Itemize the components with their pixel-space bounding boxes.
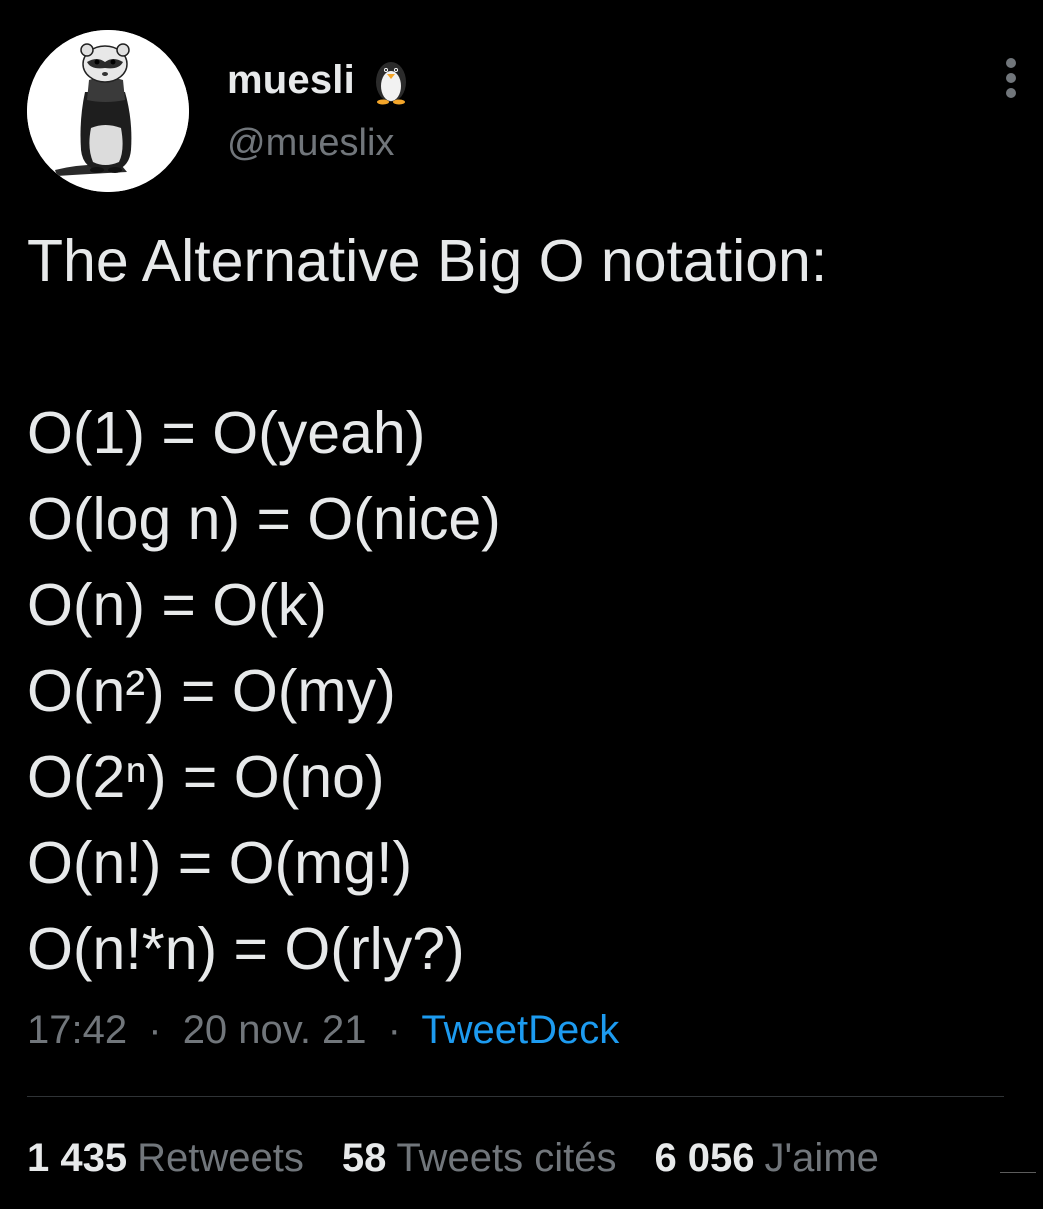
meta-separator: · — [387, 1008, 401, 1052]
tweet-line: O(log n) = O(nice) — [27, 486, 501, 552]
retweets-stat[interactable]: 1 435 Retweets — [27, 1136, 304, 1181]
display-name[interactable]: muesli — [227, 58, 355, 103]
ferret-avatar-icon — [27, 30, 189, 192]
tweet-line: O(n²) = O(my) — [27, 658, 396, 724]
tweet-source-link[interactable]: TweetDeck — [421, 1008, 619, 1052]
quote-tweets-stat[interactable]: 58 Tweets cités — [342, 1136, 617, 1181]
likes-stat[interactable]: 6 056 J'aime — [654, 1136, 878, 1181]
tweet-date[interactable]: 20 nov. 21 — [183, 1008, 367, 1052]
penguin-emoji-icon — [369, 55, 413, 105]
avatar[interactable] — [27, 30, 189, 192]
more-options-icon[interactable] — [992, 52, 1032, 104]
tweet-line: O(n!*n) = O(rly?) — [27, 916, 465, 982]
tweet-line: The Alternative Big O notation: — [27, 228, 828, 294]
likes-label: J'aime — [764, 1136, 879, 1180]
meta-separator: · — [148, 1008, 162, 1052]
author-name-row: muesli — [227, 55, 413, 105]
tweet-time[interactable]: 17:42 — [27, 1008, 127, 1052]
likes-count: 6 056 — [654, 1136, 755, 1180]
tweet-line: O(n!) = O(mg!) — [27, 830, 413, 896]
tweet-line: O(1) = O(yeah) — [27, 400, 426, 466]
quotes-label: Tweets cités — [396, 1136, 617, 1180]
retweets-label: Retweets — [137, 1136, 304, 1180]
author-handle[interactable]: @mueslix — [227, 122, 394, 165]
tweet-meta: 17:42 · 20 nov. 21 · TweetDeck — [27, 1008, 619, 1053]
decorative-line — [1000, 1172, 1036, 1173]
tweet-stats: 1 435 Retweets 58 Tweets cités 6 056 J'aime — [27, 1136, 917, 1181]
retweets-count: 1 435 — [27, 1136, 128, 1180]
quotes-count: 58 — [341, 1136, 387, 1180]
divider — [27, 1096, 1004, 1097]
tweet-text: The Alternative Big O notation: O(1) = O… — [27, 218, 1027, 992]
tweet-line: O(n) = O(k) — [27, 572, 327, 638]
tweet-line: O(2ⁿ) = O(no) — [27, 744, 385, 810]
